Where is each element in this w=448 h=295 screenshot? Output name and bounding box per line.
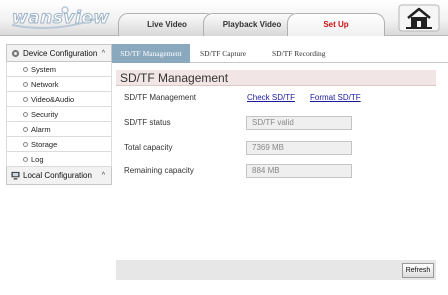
app-header: wansview Live Video Playback Video Set U…	[0, 0, 448, 36]
home-icon[interactable]	[398, 4, 440, 32]
sidebar-item-label: Alarm	[31, 124, 51, 134]
sidebar-group-device-configuration[interactable]: Device Configuration ^	[6, 44, 112, 62]
computer-icon	[11, 171, 20, 180]
logo-text: wansview	[12, 8, 110, 29]
remaining-capacity-label: Remaining capacity	[124, 166, 194, 175]
sidebar-item-label: Video&Audio	[31, 94, 75, 104]
sidebar-group-local-configuration[interactable]: Local Configuration ^	[6, 167, 112, 185]
bullet-icon	[23, 66, 28, 72]
sidebar-item-video-audio[interactable]: Video&Audio	[6, 92, 112, 107]
brand-logo: wansview	[8, 4, 110, 30]
bullet-icon	[23, 111, 28, 117]
sidebar-item-label: Log	[31, 154, 44, 164]
sidebar-item-label: Storage	[31, 139, 58, 149]
sidebar-item-storage[interactable]: Storage	[6, 137, 112, 152]
tab-sd-tf-recording[interactable]: SD/TF Recording	[267, 44, 331, 63]
sub-tab-bar: SD/TF Management SD/TF Capture SD/TF Rec…	[112, 44, 448, 63]
bullet-icon	[23, 96, 28, 102]
sidebar-group-label: Local Configuration	[23, 171, 92, 180]
total-capacity-field: 7369 MB	[246, 141, 352, 155]
total-capacity-label: Total capacity	[124, 143, 173, 152]
sidebar-group-label: Device Configuration	[23, 48, 98, 58]
bullet-icon	[23, 81, 28, 87]
tab-live-video[interactable]: Live Video	[118, 13, 216, 36]
sidebar-item-system[interactable]: System	[6, 62, 112, 77]
sidebar-item-security[interactable]: Security	[6, 107, 112, 122]
tab-sd-tf-capture[interactable]: SD/TF Capture	[195, 44, 251, 63]
panel-title: SD/TF Management	[116, 70, 436, 86]
status-field: SD/TF valid	[246, 116, 352, 130]
collapse-caret-icon[interactable]: ^	[102, 50, 105, 57]
tab-sd-tf-management[interactable]: SD/TF Management	[112, 44, 190, 63]
gear-icon	[11, 49, 20, 57]
sidebar-nav: Device Configuration ^ System Network Vi…	[6, 44, 112, 295]
panel-footer: Refresh	[116, 260, 436, 280]
sidebar-item-log[interactable]: Log	[6, 152, 112, 167]
bullet-icon	[23, 141, 28, 147]
check-sd-tf-link[interactable]: Check SD/TF	[247, 93, 295, 102]
bullet-icon	[23, 126, 28, 132]
sidebar-item-label: Security	[31, 109, 59, 119]
remaining-capacity-field: 884 MB	[246, 164, 352, 178]
status-label: SD/TF status	[124, 118, 171, 127]
bullet-icon	[23, 156, 28, 162]
sidebar-item-label: Network	[31, 79, 59, 89]
format-sd-tf-link[interactable]: Format SD/TF	[310, 93, 361, 102]
sidebar-item-label: System	[31, 64, 57, 74]
collapse-caret-icon[interactable]: ^	[102, 172, 105, 179]
refresh-button[interactable]: Refresh	[402, 263, 434, 278]
sidebar-item-network[interactable]: Network	[6, 77, 112, 92]
tab-set-up[interactable]: Set Up	[287, 13, 385, 36]
sd-tf-management-panel: SD/TF Management SD/TF Management Check …	[116, 70, 436, 280]
sidebar-item-alarm[interactable]: Alarm	[6, 122, 112, 137]
management-label: SD/TF Management	[124, 93, 197, 102]
